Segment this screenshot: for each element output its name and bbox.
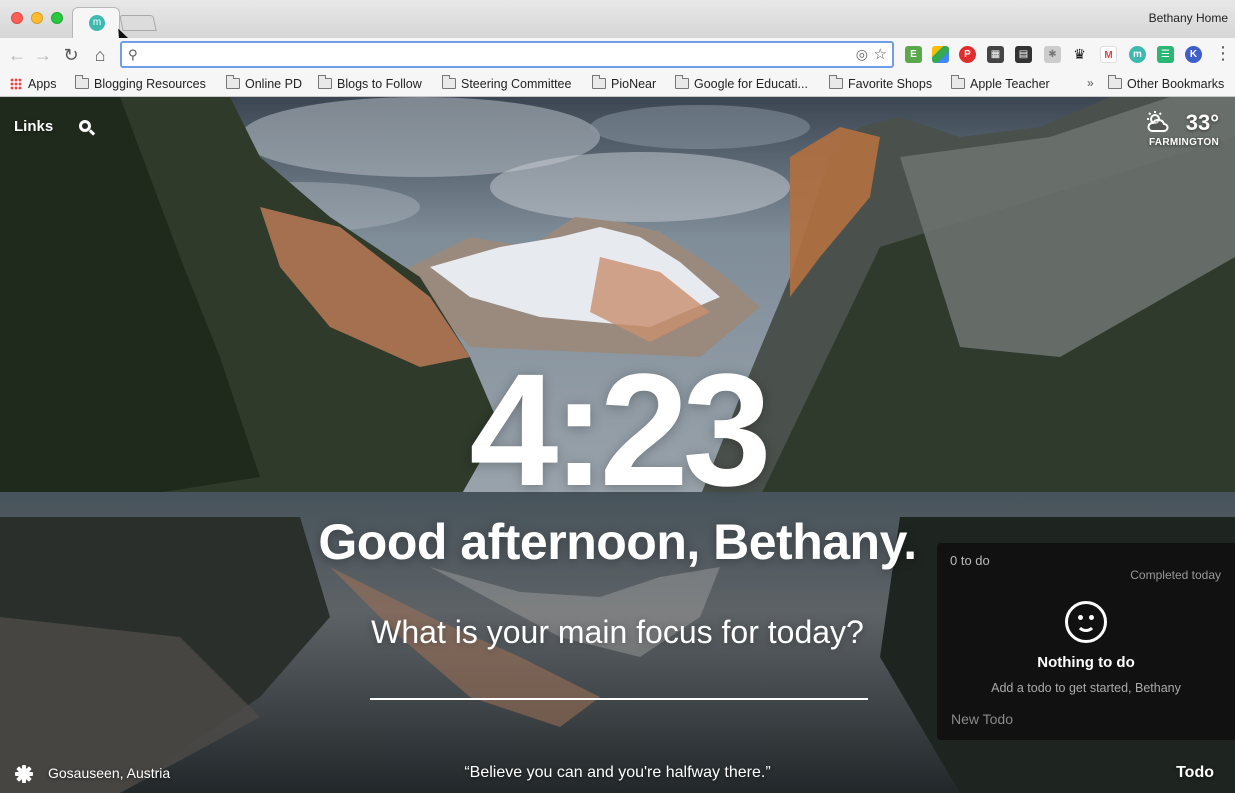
folder-icon (592, 75, 606, 89)
bookmark-star-icon[interactable]: ☆ (874, 45, 887, 63)
bookmark-apps[interactable]: Apps (10, 76, 57, 93)
pinterest-extension-icon[interactable]: P (959, 46, 976, 63)
new-tab-button[interactable] (119, 15, 157, 31)
bookmark-other-folder[interactable]: Other Bookmarks (1108, 75, 1224, 93)
folder-icon (1108, 75, 1122, 89)
gmail-extension-icon[interactable]: M (1100, 46, 1117, 63)
close-window-button[interactable] (11, 12, 23, 24)
profile-name[interactable]: Bethany Home (1149, 11, 1228, 25)
film-strip-extension-icon[interactable]: ▤ (1015, 46, 1032, 63)
bookmark-folder[interactable]: Favorite Shops (829, 75, 932, 93)
folder-icon (951, 75, 965, 89)
home-icon[interactable]: ⌂ (89, 44, 111, 66)
background-photo: Links 33° FARMINGTON 4:23 Good afternoon… (0, 97, 1235, 793)
new-todo-input[interactable] (951, 711, 1221, 727)
search-icon: ⚲ (128, 47, 138, 62)
bookmarks-overflow-button[interactable]: » (1087, 76, 1094, 90)
browser-toolbar: ← → ↻ ⌂ ⚲ ◎ ☆ E P ▦ ▤ ✱ ♛ M m ☰ K ⋮ (0, 38, 1235, 72)
browser-menu-icon[interactable]: ⋮ (1214, 43, 1232, 64)
bookmark-folder[interactable]: Blogs to Follow (318, 75, 422, 93)
folder-icon (829, 75, 843, 89)
bookmark-folder[interactable]: Online PD (226, 75, 302, 93)
folder-icon (226, 75, 240, 89)
momentum-extension-icon[interactable]: m (1129, 46, 1146, 63)
folder-icon (442, 75, 456, 89)
folder-icon (318, 75, 332, 89)
weather-widget[interactable]: 33° FARMINGTON (1129, 109, 1219, 148)
smiley-face-icon (1065, 601, 1107, 643)
completed-today-link[interactable]: Completed today (1130, 568, 1221, 582)
todo-count-dropdown[interactable]: 0 to do (950, 553, 990, 568)
location-target-icon[interactable]: ◎ (856, 46, 868, 63)
folder-icon (675, 75, 689, 89)
checklist-extension-icon[interactable]: ☰ (1157, 46, 1174, 63)
minimize-window-button[interactable] (31, 12, 43, 24)
weather-temperature: 33° (1185, 110, 1219, 135)
puzzle-extension-icon[interactable]: ✱ (1044, 46, 1061, 63)
back-arrow-icon[interactable]: ← (6, 44, 28, 66)
evernote-extension-icon[interactable]: E (905, 46, 922, 63)
title-bar: m Bethany Home (0, 0, 1235, 43)
reload-icon[interactable]: ↻ (60, 44, 82, 66)
todo-toggle-button[interactable]: Todo (1176, 764, 1214, 782)
bookmark-folder[interactable]: Steering Committee (442, 75, 571, 93)
todo-panel: 0 to do Completed today Nothing to do Ad… (937, 543, 1235, 740)
focus-input[interactable] (370, 660, 868, 700)
bookmarks-bar: Apps Blogging Resources Online PD Blogs … (0, 72, 1235, 97)
forward-arrow-icon[interactable]: → (32, 44, 54, 66)
partly-cloudy-icon (1147, 111, 1169, 132)
weather-location: FARMINGTON (1148, 137, 1219, 148)
crown-extension-icon[interactable]: ♛ (1071, 46, 1088, 63)
address-input[interactable] (146, 45, 846, 64)
clock-time: 4:23 (469, 340, 771, 519)
search-icon[interactable] (78, 119, 96, 137)
daily-quote[interactable]: “Believe you can and you're halfway ther… (0, 764, 1235, 782)
address-bar[interactable]: ⚲ ◎ ☆ (120, 41, 894, 68)
folder-icon (75, 75, 89, 89)
qr-code-extension-icon[interactable]: ▦ (987, 46, 1004, 63)
bookmark-folder[interactable]: Blogging Resources (75, 75, 206, 93)
todo-empty-title: Nothing to do (1037, 654, 1135, 671)
bookmark-folder[interactable]: Google for Educati... (675, 75, 808, 93)
bookmark-folder[interactable]: PioNear (592, 75, 656, 93)
apps-grid-icon (10, 78, 22, 90)
google-drive-extension-icon[interactable] (932, 46, 949, 63)
bookmark-folder[interactable]: Apple Teacher (951, 75, 1050, 93)
momentum-favicon-icon: m (89, 15, 105, 31)
maximize-window-button[interactable] (51, 12, 63, 24)
k-extension-icon[interactable]: K (1185, 46, 1202, 63)
links-button[interactable]: Links (14, 118, 53, 135)
todo-empty-subtitle: Add a todo to get started, Bethany (991, 681, 1181, 695)
